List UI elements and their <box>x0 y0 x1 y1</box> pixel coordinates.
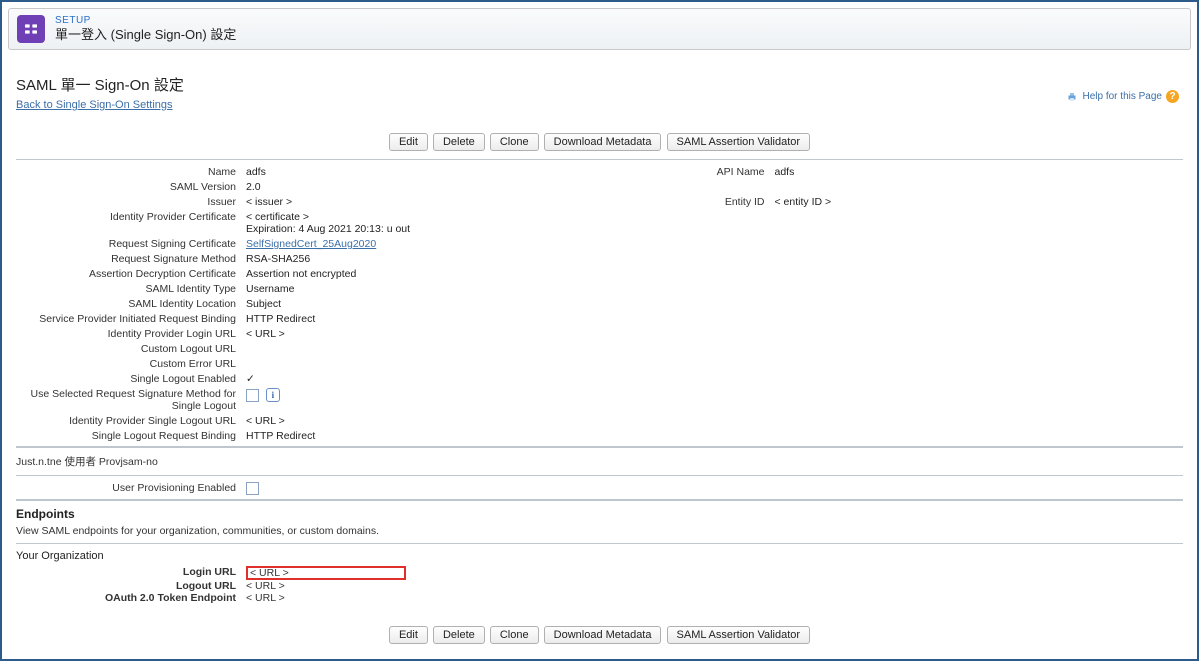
value-oauth-endpoint: < URL > <box>246 592 1183 604</box>
label-saml-id-loc: SAML Identity Location <box>16 298 246 310</box>
login-url-row: Login URL < URL > <box>16 566 1183 580</box>
label-custom-error-url: Custom Error URL <box>16 358 246 370</box>
label-idp-login-url: Identity Provider Login URL <box>16 328 246 340</box>
divider <box>16 159 1183 160</box>
label-name: Name <box>16 166 246 178</box>
download-metadata-button[interactable]: Download Metadata <box>544 133 662 151</box>
value-idp-slo-url: < URL > <box>246 415 655 427</box>
label-single-logout-enabled: Single Logout Enabled <box>16 373 246 385</box>
label-saml-version: SAML Version <box>16 181 246 193</box>
label-idp-cert: Identity Provider Certificate <box>16 211 246 235</box>
setup-header: SETUP 單一登入 (Single Sign-On) 設定 <box>8 8 1191 50</box>
label-use-selected-sig: Use Selected Request Signature Method fo… <box>16 388 246 412</box>
page-title: SAML 單一 Sign-On 設定 <box>16 74 1183 95</box>
label-logout-url: Logout URL <box>16 580 246 592</box>
label-req-sig-method: Request Signature Method <box>16 253 246 265</box>
help-icon: ? <box>1166 90 1179 103</box>
value-saml-version: 2.0 <box>246 181 655 193</box>
label-oauth-endpoint: OAuth 2.0 Token Endpoint <box>16 592 246 604</box>
divider <box>16 543 1183 544</box>
value-logout-url: < URL > <box>246 580 1183 592</box>
value-assert-decrypt-cert: Assertion not encrypted <box>246 268 655 280</box>
value-single-logout-enabled: ✓ <box>246 373 655 385</box>
value-login-url-highlighted: < URL > <box>246 566 406 580</box>
your-organization-heading: Your Organization <box>16 550 1183 562</box>
saml-settings-grid: Name adfs API Name adfs SAML Version 2.0… <box>16 166 1183 442</box>
download-metadata-button[interactable]: Download Metadata <box>544 626 662 644</box>
label-assert-decrypt-cert: Assertion Decryption Certificate <box>16 268 246 280</box>
request-signing-cert-link[interactable]: SelfSignedCert_25Aug2020 <box>246 238 376 250</box>
sso-app-icon <box>17 15 45 43</box>
help-link-text: Help for this Page <box>1083 91 1163 102</box>
value-name: adfs <box>246 166 655 178</box>
checkbox-unchecked-icon <box>246 389 259 402</box>
divider <box>16 446 1183 448</box>
label-custom-logout-url: Custom Logout URL <box>16 343 246 355</box>
label-idp-slo-url: Identity Provider Single Logout URL <box>16 415 246 427</box>
setup-title: 單一登入 (Single Sign-On) 設定 <box>55 27 236 43</box>
value-entity-id: < entity ID > <box>775 196 1184 208</box>
value-saml-id-type: Username <box>246 283 655 295</box>
saml-assertion-validator-button[interactable]: SAML Assertion Validator <box>667 133 811 151</box>
label-entity-id: Entity ID <box>655 196 775 208</box>
checkbox-unchecked-icon <box>246 482 259 495</box>
info-icon[interactable]: i <box>266 388 280 402</box>
value-idp-login-url: < URL > <box>246 328 655 340</box>
value-use-selected-sig: i <box>246 388 655 412</box>
button-bar-top: Edit Delete Clone Download Metadata SAML… <box>16 133 1183 151</box>
edit-button[interactable]: Edit <box>389 133 428 151</box>
label-slo-binding: Single Logout Request Binding <box>16 430 246 442</box>
value-slo-binding: HTTP Redirect <box>246 430 655 442</box>
value-sp-binding: HTTP Redirect <box>246 313 655 325</box>
delete-button[interactable]: Delete <box>433 626 485 644</box>
setup-label: SETUP <box>55 15 236 27</box>
label-req-sign-cert: Request Signing Certificate <box>16 238 246 250</box>
edit-button[interactable]: Edit <box>389 626 428 644</box>
value-req-sig-method: RSA-SHA256 <box>246 253 655 265</box>
value-issuer: < issuer > <box>246 196 655 208</box>
value-idp-cert: < certificate > Expiration: 4 Aug 2021 2… <box>246 211 655 235</box>
label-issuer: Issuer <box>16 196 246 208</box>
divider <box>16 475 1183 476</box>
divider <box>16 499 1183 501</box>
value-api-name: adfs <box>775 166 1184 178</box>
saml-assertion-validator-button[interactable]: SAML Assertion Validator <box>667 626 811 644</box>
back-to-sso-settings-link[interactable]: Back to Single Sign-On Settings <box>16 99 173 111</box>
endpoints-desc: View SAML endpoints for your organizatio… <box>16 525 1183 537</box>
delete-button[interactable]: Delete <box>433 133 485 151</box>
help-for-page[interactable]: Help for this Page ? <box>1065 90 1180 103</box>
label-user-provisioning-enabled: User Provisioning Enabled <box>16 482 246 495</box>
button-bar-bottom: Edit Delete Clone Download Metadata SAML… <box>16 626 1183 644</box>
value-saml-id-loc: Subject <box>246 298 655 310</box>
label-api-name: API Name <box>655 166 775 178</box>
endpoints-heading: Endpoints <box>16 507 1183 521</box>
value-custom-error-url <box>246 358 655 370</box>
provisioning-section-label: Just.n.tne 使用者 Provjsam-no <box>16 454 1183 469</box>
label-login-url: Login URL <box>16 566 246 580</box>
label-saml-id-type: SAML Identity Type <box>16 283 246 295</box>
clone-button[interactable]: Clone <box>490 626 539 644</box>
clone-button[interactable]: Clone <box>490 133 539 151</box>
value-custom-logout-url <box>246 343 655 355</box>
printer-icon <box>1065 91 1079 103</box>
label-sp-binding: Service Provider Initiated Request Bindi… <box>16 313 246 325</box>
